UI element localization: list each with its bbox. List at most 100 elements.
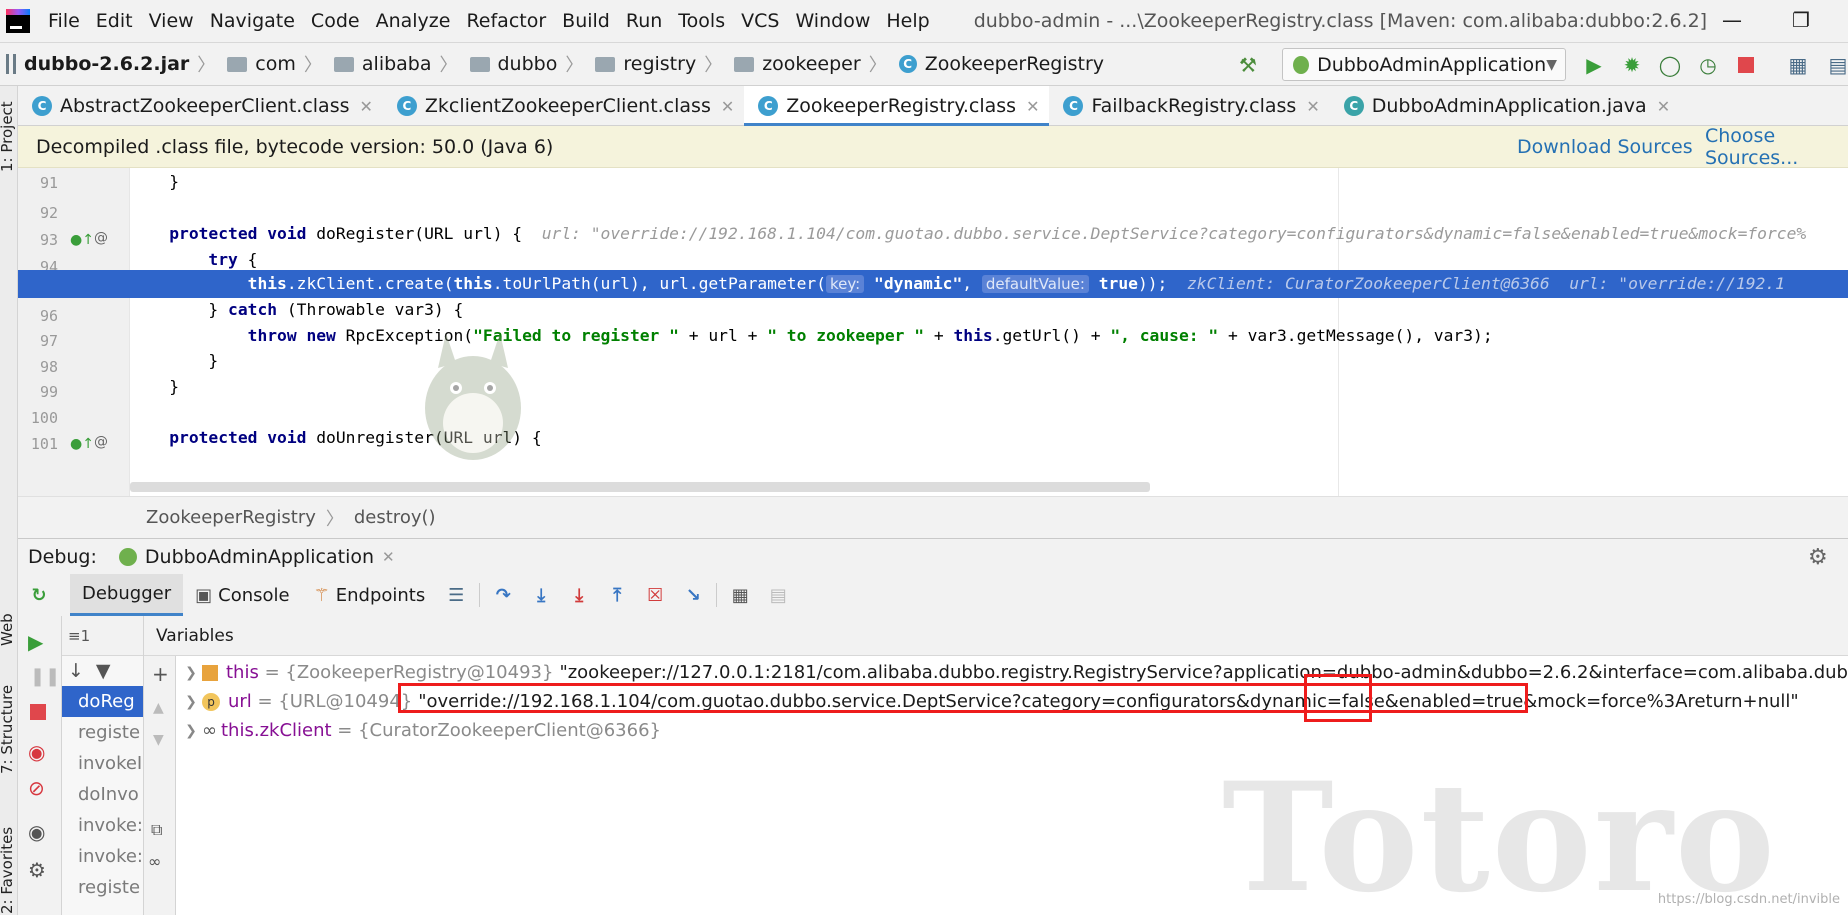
evaluate-expression-icon[interactable]: ▦ [729,584,751,606]
resume-icon[interactable]: ▶ [28,630,43,654]
pause-icon[interactable]: ❚❚ [30,666,60,687]
project-tool-tab[interactable]: 1: Project [0,101,16,172]
favorites-tool-tab[interactable]: 2: Favorites [0,827,16,914]
rerun-icon[interactable]: ↻ [28,584,50,606]
override-marker-icon[interactable]: ●↑ [70,232,94,248]
menu-code[interactable]: Code [311,10,360,32]
crumb-com[interactable]: com 〉 [227,51,328,77]
breadcrumb-method[interactable]: destroy() [354,507,436,528]
run-to-cursor-icon[interactable]: ↘ [682,584,704,606]
filter-icon[interactable]: ▼ [96,660,111,682]
expand-arrow-icon[interactable]: ❯ [180,658,202,688]
frame-item[interactable]: doInvo [62,779,143,810]
menu-run[interactable]: Run [626,10,662,32]
menu-vcs[interactable]: VCS [741,10,779,32]
tab-endpoints[interactable]: ⚚ Endpoints [302,574,438,616]
glasses-icon[interactable]: ∞ [148,852,161,871]
crumb-alibaba[interactable]: alibaba 〉 [333,51,464,77]
step-out-icon[interactable]: ⤒ [606,584,628,606]
menu-help[interactable]: Help [886,10,929,32]
menu-view[interactable]: View [149,10,194,32]
close-icon[interactable]: ✕ [1026,97,1039,116]
override-marker-icon[interactable]: ●↑ [70,436,94,452]
close-icon[interactable]: ✕ [1657,97,1670,116]
crumb-class[interactable]: C ZookeeperRegistry [898,53,1104,75]
crumb-zookeeper[interactable]: zookeeper 〉 [734,51,893,77]
trace-icon[interactable]: ▤ [767,584,789,606]
frame-item[interactable]: invoke: [62,841,143,872]
mute-breakpoints-icon[interactable]: ⊘ [28,776,45,800]
debug-session-tab[interactable]: DubboAdminApplication ✕ [118,546,395,568]
menu-window[interactable]: Window [795,10,870,32]
tab-debugger[interactable]: Debugger [70,574,184,616]
add-watch-icon[interactable]: + [152,662,169,686]
menu-tools[interactable]: Tools [678,10,725,32]
copy-icon[interactable]: ⧉ [151,820,162,840]
frame-item[interactable]: invoke: [62,810,143,841]
minimize-icon[interactable]: — [1722,8,1742,32]
step-over-icon[interactable]: ⤓ [530,584,552,606]
editor-breadcrumb: ZookeeperRegistry 〉 destroy() [18,496,1848,538]
close-icon[interactable]: ✕ [382,548,395,566]
debug-tool-window-header: Debug: DubboAdminApplication ✕ ⚙ [18,538,1848,574]
tab-dubbo-admin-application[interactable]: C DubboAdminApplication.java ✕ [1330,86,1680,126]
arrow-down-icon[interactable]: ↓ [68,660,84,682]
frame-item[interactable]: doReg [62,686,143,717]
variable-row-zkclient[interactable]: ❯ ∞ this.zkClient = {CuratorZookeeperCli… [176,716,661,746]
breadcrumb-class[interactable]: ZookeeperRegistry [146,507,316,528]
stop-icon[interactable] [1734,53,1758,77]
crumb-registry[interactable]: registry 〉 [595,51,728,77]
download-sources-link[interactable]: Download Sources [1517,136,1693,158]
arrow-up-icon[interactable]: ▲ [153,700,164,716]
annotation-icon: @ [94,230,108,246]
code-line-95-execution-point: this.zkClient.create(this.toUrlPath(url)… [18,270,1848,298]
show-execution-point-icon[interactable]: ↷ [492,584,514,606]
settings-icon[interactable]: ⚙ [28,858,46,882]
sdk-icon[interactable]: ▤ [1826,53,1848,77]
tab-console[interactable]: ▣ Console [183,574,301,616]
camera-icon[interactable]: ◉ [28,820,45,844]
coverage-icon[interactable]: ◯ [1658,53,1682,77]
profile-icon[interactable]: ◷ [1696,53,1720,77]
run-configuration-select[interactable]: DubboAdminApplication ▼ [1282,48,1566,81]
crumb-dubbo[interactable]: dubbo 〉 [469,51,590,77]
stop-icon[interactable] [30,704,46,720]
choose-sources-link[interactable]: Choose Sources... [1705,125,1848,169]
close-icon[interactable]: ✕ [360,97,373,116]
menu-analyze[interactable]: Analyze [376,10,451,32]
drop-frame-icon[interactable]: ☒ [644,584,666,606]
structure-tool-tab[interactable]: 7: Structure [0,685,16,774]
tab-zookeeper-registry[interactable]: C ZookeeperRegistry.class ✕ [744,86,1050,127]
force-step-into-icon[interactable]: ⤓ [568,584,590,606]
layout-menu-icon[interactable]: ☰ [445,584,467,606]
tab-abstract-zookeeper-client[interactable]: C AbstractZookeeperClient.class ✕ [18,86,383,126]
debug-icon[interactable]: ✹ [1620,53,1644,77]
line-number: 91 [39,174,58,192]
frame-item[interactable]: registe [62,872,143,903]
crumb-jar[interactable]: dubbo-2.6.2.jar 〉 [6,51,221,77]
menu-edit[interactable]: Edit [96,10,133,32]
menu-build[interactable]: Build [562,10,610,32]
thread-select-icon[interactable]: ≡1 [68,627,90,645]
close-icon[interactable]: ✕ [721,97,734,116]
frame-item[interactable]: invokeI [62,748,143,779]
horizontal-scrollbar[interactable] [130,482,1150,492]
frame-item[interactable]: registe [62,717,143,748]
menu-refactor[interactable]: Refactor [466,10,546,32]
menu-navigate[interactable]: Navigate [210,10,295,32]
tab-zkclient-zookeeper-client[interactable]: C ZkclientZookeeperClient.class ✕ [383,86,744,126]
code-editor[interactable]: 91 92 93 94 95 96 97 98 99 100 101 ●↑ @ … [18,168,1848,496]
close-icon[interactable]: ✕ [1306,97,1319,116]
menu-file[interactable]: File [48,10,80,32]
view-breakpoints-icon[interactable]: ◉ [28,740,45,764]
project-structure-icon[interactable]: ▦ [1786,53,1810,77]
expand-arrow-icon[interactable]: ❯ [180,687,202,717]
restore-icon[interactable]: ❐ [1792,8,1810,32]
expand-arrow-icon[interactable]: ❯ [180,716,202,746]
web-tool-tab[interactable]: Web [0,613,16,646]
build-hammer-icon[interactable]: ⚒ [1236,53,1260,77]
gear-icon[interactable]: ⚙ [1808,545,1828,570]
arrow-down-icon[interactable]: ▼ [153,732,164,748]
run-icon[interactable]: ▶ [1582,53,1606,77]
tab-failback-registry[interactable]: C FailbackRegistry.class ✕ [1049,86,1329,126]
